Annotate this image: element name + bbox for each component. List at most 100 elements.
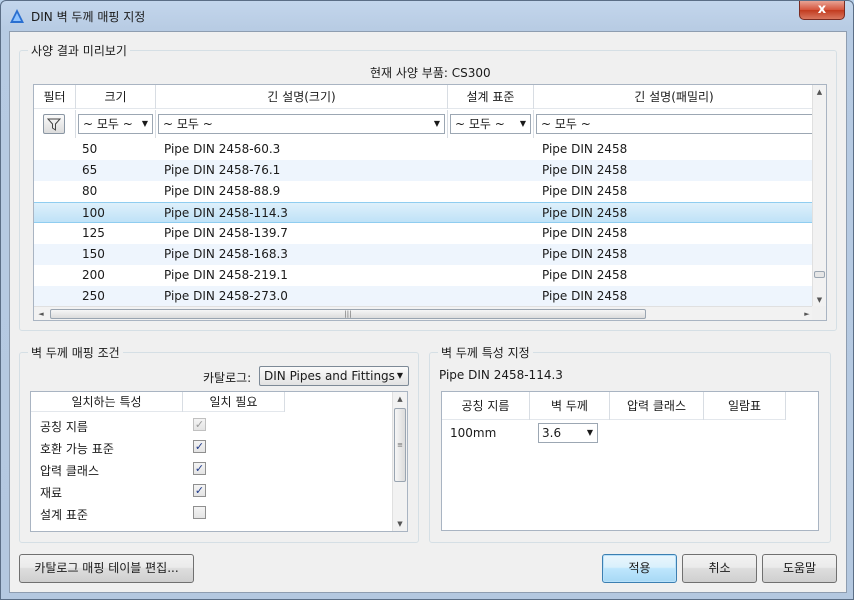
- row-desc-family: Pipe DIN 2458: [542, 268, 628, 282]
- property-name: 공칭 지름: [40, 420, 88, 434]
- props-vertical-scrollbar[interactable]: ▲ ≡ ▼: [392, 392, 407, 531]
- chevron-down-icon: ▼: [586, 428, 593, 437]
- match-required-checkbox[interactable]: ✓: [193, 440, 206, 453]
- match-required-checkbox[interactable]: ✓: [193, 462, 206, 475]
- table-row[interactable]: 150 Pipe DIN 2458-168.3 Pipe DIN 2458: [34, 244, 814, 265]
- table-row[interactable]: 100 Pipe DIN 2458-114.3 Pipe DIN 2458: [34, 202, 814, 223]
- chevron-down-icon: ▼: [141, 119, 148, 128]
- chevron-down-icon: ▼: [519, 119, 526, 128]
- row-size: 80: [82, 184, 98, 198]
- col-filter[interactable]: 필터: [34, 85, 76, 109]
- scroll-thumb[interactable]: [814, 271, 825, 278]
- match-required-checkbox[interactable]: ✓: [193, 484, 206, 497]
- edit-catalog-mapping-button[interactable]: 카탈로그 매핑 테이블 편집...: [19, 554, 194, 583]
- wall-legend: 벽 두께 특성 지정: [438, 344, 533, 361]
- mapping-legend: 벽 두께 매핑 조건: [28, 344, 123, 361]
- col-schedule[interactable]: 일람표: [704, 392, 786, 420]
- scroll-up-icon[interactable]: ▲: [393, 392, 407, 406]
- col-desc-family[interactable]: 긴 설명(패밀리): [534, 85, 814, 109]
- row-size: 150: [82, 247, 105, 261]
- col-wall-thickness[interactable]: 벽 두께: [530, 392, 610, 420]
- scroll-down-icon[interactable]: ▼: [813, 293, 826, 307]
- help-button[interactable]: 도움말: [762, 554, 837, 583]
- row-size: 200: [82, 268, 105, 282]
- row-desc-size: Pipe DIN 2458-219.1: [164, 268, 288, 282]
- scroll-thumb[interactable]: ≡: [394, 408, 406, 482]
- grid-rows: 50 Pipe DIN 2458-60.3 Pipe DIN 2458 65 Pipe …: [34, 139, 814, 309]
- desc-size-filter-combo[interactable]: ~ 모두 ~ ▼: [158, 114, 445, 134]
- dialog-body: 사양 결과 미리보기 현재 사양 부품: CS300 필터 크기 긴 설명(크기…: [9, 31, 847, 593]
- wt-row: 100mm 3.6 ▼: [442, 421, 818, 445]
- col-match-required[interactable]: 일치 필요: [183, 392, 285, 412]
- row-desc-size: Pipe DIN 2458-139.7: [164, 226, 288, 240]
- row-desc-family: Pipe DIN 2458: [542, 289, 628, 303]
- wt-size: 100mm: [450, 426, 497, 440]
- table-row[interactable]: 125 Pipe DIN 2458-139.7 Pipe DIN 2458: [34, 223, 814, 244]
- grid-horizontal-scrollbar[interactable]: ◄ ||| ►: [34, 306, 814, 320]
- cancel-button[interactable]: 취소: [682, 554, 757, 583]
- col-desc-size[interactable]: 긴 설명(크기): [156, 85, 448, 109]
- wall-thickness-group: 벽 두께 특성 지정 Pipe DIN 2458-114.3 공칭 지름 벽 두…: [429, 344, 831, 543]
- row-size: 250: [82, 289, 105, 303]
- title-bar[interactable]: DIN 벽 두께 매핑 지정 x: [1, 1, 853, 31]
- apply-button[interactable]: 적용: [602, 554, 677, 583]
- property-name: 설계 표준: [40, 508, 88, 522]
- match-required-checkbox: ✓: [193, 418, 206, 431]
- col-matching-property[interactable]: 일치하는 특성: [31, 392, 183, 412]
- chevron-down-icon: ▼: [433, 119, 440, 128]
- table-row[interactable]: 50 Pipe DIN 2458-60.3 Pipe DIN 2458: [34, 139, 814, 160]
- table-row[interactable]: 80 Pipe DIN 2458-88.9 Pipe DIN 2458: [34, 181, 814, 202]
- row-desc-size: Pipe DIN 2458-114.3: [164, 206, 288, 220]
- property-name: 호환 가능 표준: [40, 442, 114, 456]
- list-item: 압력 클래스 ✓: [31, 458, 393, 480]
- desc-family-filter-combo[interactable]: ~ 모두 ~: [536, 114, 816, 134]
- close-button[interactable]: x: [799, 1, 845, 20]
- list-item: 재료 ✓: [31, 480, 393, 502]
- col-pressure-class[interactable]: 압력 클래스: [610, 392, 704, 420]
- window-title: DIN 벽 두께 매핑 지정: [31, 10, 146, 24]
- standard-filter-combo[interactable]: ~ 모두 ~ ▼: [450, 114, 531, 134]
- row-desc-family: Pipe DIN 2458: [542, 163, 628, 177]
- grid-vertical-scrollbar[interactable]: ▲ ▼: [812, 85, 826, 307]
- catalog-select[interactable]: DIN Pipes and Fittings ▼: [259, 366, 409, 386]
- scroll-thumb[interactable]: |||: [50, 309, 646, 319]
- scroll-down-icon[interactable]: ▼: [393, 517, 407, 531]
- wall-thickness-grid: 공칭 지름 벽 두께 압력 클래스 일람표 100mm 3.6 ▼: [441, 391, 819, 531]
- list-item: 호환 가능 표준 ✓: [31, 436, 393, 458]
- match-required-checkbox[interactable]: [193, 506, 206, 519]
- row-size: 100: [82, 206, 105, 220]
- size-filter-combo[interactable]: ~ 모두 ~ ▼: [78, 114, 153, 134]
- row-desc-size: Pipe DIN 2458-60.3: [164, 142, 281, 156]
- table-row[interactable]: 200 Pipe DIN 2458-219.1 Pipe DIN 2458: [34, 265, 814, 286]
- mapping-conditions-group: 벽 두께 매핑 조건 카탈로그: DIN Pipes and Fittings …: [19, 344, 419, 543]
- col-size[interactable]: 크기: [76, 85, 156, 109]
- scroll-up-icon[interactable]: ▲: [813, 85, 826, 99]
- row-desc-family: Pipe DIN 2458: [542, 184, 628, 198]
- selected-part-name: Pipe DIN 2458-114.3: [439, 368, 563, 382]
- matching-properties-list: 일치하는 특성 일치 필요 공칭 지름 ✓ 호환 가능 표준 ✓ 압력 클래스 ✓ 재료 ✓ 설…: [30, 391, 408, 532]
- row-desc-size: Pipe DIN 2458-88.9: [164, 184, 281, 198]
- col-nominal-diameter[interactable]: 공칭 지름: [442, 392, 530, 420]
- row-desc-size: Pipe DIN 2458-273.0: [164, 289, 288, 303]
- table-row[interactable]: 250 Pipe DIN 2458-273.0 Pipe DIN 2458: [34, 286, 814, 307]
- filter-row: ~ 모두 ~ ▼ ~ 모두 ~ ▼ ~ 모두 ~ ▼ ~ 모두 ~: [34, 110, 816, 138]
- row-desc-size: Pipe DIN 2458-168.3: [164, 247, 288, 261]
- scroll-left-icon[interactable]: ◄: [34, 307, 48, 320]
- table-row[interactable]: 65 Pipe DIN 2458-76.1 Pipe DIN 2458: [34, 160, 814, 181]
- props-header: 일치하는 특성 일치 필요: [31, 392, 285, 412]
- preview-legend: 사양 결과 미리보기: [28, 42, 130, 59]
- autocad-app-icon: [10, 9, 24, 23]
- row-size: 50: [82, 142, 98, 156]
- catalog-label: 카탈로그:: [203, 371, 252, 385]
- col-standard[interactable]: 설계 표준: [448, 85, 534, 109]
- row-desc-family: Pipe DIN 2458: [542, 206, 628, 220]
- wt-header: 공칭 지름 벽 두께 압력 클래스 일람표: [442, 392, 786, 420]
- row-desc-family: Pipe DIN 2458: [542, 247, 628, 261]
- wall-thickness-select[interactable]: 3.6 ▼: [538, 423, 598, 443]
- dialog-window: DIN 벽 두께 매핑 지정 x 사양 결과 미리보기 현재 사양 부품: CS…: [0, 0, 854, 600]
- list-item: 설계 표준: [31, 502, 393, 524]
- row-desc-family: Pipe DIN 2458: [542, 226, 628, 240]
- row-desc-family: Pipe DIN 2458: [542, 142, 628, 156]
- filter-icon[interactable]: [43, 114, 65, 134]
- list-item: 공칭 지름 ✓: [31, 414, 393, 436]
